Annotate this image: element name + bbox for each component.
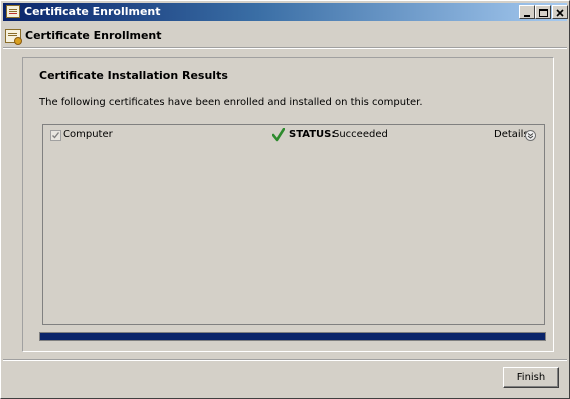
certificate-icon	[6, 5, 20, 18]
divider	[3, 359, 567, 361]
minimize-button[interactable]	[519, 5, 535, 19]
page-title: Certificate Enrollment	[25, 29, 162, 42]
progress-bar	[39, 332, 546, 341]
status-value: Succeeded	[333, 129, 388, 140]
section-description: The following certificates have been enr…	[39, 97, 423, 108]
finish-button[interactable]: Finish	[503, 367, 559, 388]
maximize-button[interactable]	[535, 5, 551, 19]
progress-bar-fill	[40, 333, 545, 340]
expand-chevron-icon	[527, 133, 534, 139]
certificate-label: Computer	[63, 129, 113, 140]
computer-checkbox[interactable]	[50, 130, 61, 141]
section-title: Certificate Installation Results	[39, 69, 228, 82]
divider	[3, 47, 567, 49]
maximize-icon	[539, 9, 548, 17]
close-icon	[556, 9, 564, 17]
title-bar[interactable]: Certificate Enrollment	[3, 3, 568, 21]
certificate-icon	[5, 29, 22, 45]
details-link[interactable]: Details	[494, 129, 529, 140]
checkmark-icon	[272, 128, 285, 142]
minimize-icon	[524, 15, 530, 17]
close-button[interactable]	[552, 5, 568, 19]
certificate-list	[42, 124, 545, 325]
certificate-enrollment-window: Certificate Enrollment Certificate Enrol…	[0, 0, 570, 399]
status-label: STATUS:	[289, 129, 336, 140]
check-icon	[52, 132, 60, 139]
window-title: Certificate Enrollment	[24, 5, 161, 18]
chevron-down-icon[interactable]	[525, 130, 536, 141]
